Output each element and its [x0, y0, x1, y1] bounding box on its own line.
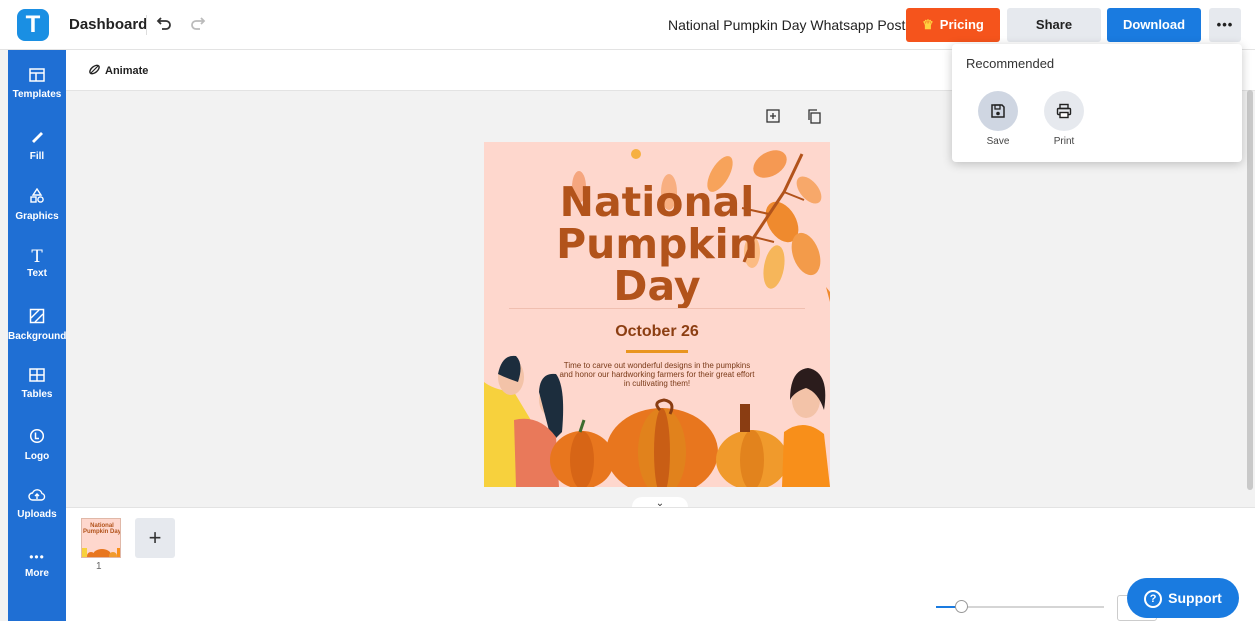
sidebar-item-templates[interactable]: Templates [8, 60, 66, 114]
sidebar-item-label: Graphics [15, 211, 59, 222]
card-title-line-3[interactable]: Day [484, 262, 830, 310]
animate-button[interactable]: Animate [88, 63, 148, 77]
page-thumbnail[interactable]: National Pumpkin Day [81, 518, 121, 558]
graphics-icon [8, 187, 66, 209]
templates-icon [8, 68, 66, 87]
page-number: 1 [96, 561, 102, 572]
thumbnail-illustration [82, 548, 120, 557]
print-icon [1044, 91, 1084, 131]
sidebar-item-graphics[interactable]: Graphics [8, 180, 66, 234]
document-title[interactable]: National Pumpkin Day Whatsapp Post [668, 17, 905, 33]
card-separator [509, 308, 805, 309]
sidebar-item-label: Uploads [17, 509, 57, 520]
sidebar-item-tables[interactable]: Tables [8, 360, 66, 414]
card-body-text[interactable]: Time to carve out wonderful designs in t… [559, 361, 755, 388]
card-title-line-1[interactable]: National [484, 178, 830, 226]
more-options-button[interactable]: ••• [1209, 8, 1241, 42]
tables-icon [8, 368, 66, 387]
pages-panel [66, 507, 1255, 621]
save-option-label: Save [986, 136, 1010, 147]
toolbar-divider [146, 15, 147, 35]
sidebar-item-label: Text [27, 268, 47, 279]
zoom-slider[interactable] [936, 600, 1104, 613]
undo-icon[interactable] [156, 14, 172, 35]
sidebar-item-text[interactable]: T Text [8, 240, 66, 294]
sidebar-item-fill[interactable]: Fill [8, 120, 66, 174]
print-option[interactable]: Print [1034, 91, 1094, 147]
pricing-label: Pricing [939, 17, 984, 32]
more-options-dropdown: Recommended Save Print [952, 44, 1242, 162]
uploads-icon [8, 488, 66, 507]
sidebar-item-label: Background [8, 331, 67, 342]
redo-icon[interactable] [190, 14, 206, 35]
app-logo[interactable]: T [17, 9, 49, 41]
support-label: Support [1168, 590, 1222, 606]
help-icon: ? [1144, 590, 1163, 609]
animate-label: Animate [105, 65, 149, 77]
save-icon [978, 91, 1018, 131]
sidebar-item-background[interactable]: Background [8, 300, 66, 354]
duplicate-page-icon[interactable] [807, 109, 821, 128]
design-canvas[interactable]: National Pumpkin Day October 26 Time to … [484, 142, 830, 487]
print-option-label: Print [1053, 136, 1075, 147]
pricing-button[interactable]: ♛ Pricing [906, 8, 1000, 42]
sidebar-item-label: Fill [29, 151, 45, 162]
vertical-scrollbar[interactable] [1247, 90, 1253, 490]
card-title-line-2[interactable]: Pumpkin [484, 220, 830, 268]
add-page-button[interactable]: + [135, 518, 175, 558]
add-page-icon[interactable] [766, 109, 780, 127]
sidebar-item-label: Templates [12, 89, 62, 100]
background-icon [8, 308, 66, 329]
sidebar-item-label: More [25, 568, 49, 579]
card-date[interactable]: October 26 [484, 323, 830, 341]
dashboard-link[interactable]: Dashboard [69, 16, 147, 33]
fill-icon [8, 128, 66, 149]
save-option[interactable]: Save [968, 91, 1028, 147]
card-date-underline [626, 350, 688, 353]
sidebar-item-label: Logo [24, 451, 50, 462]
sidebar-item-logo[interactable]: Logo [8, 420, 66, 474]
dropdown-title: Recommended [966, 56, 1055, 71]
download-button[interactable]: Download [1107, 8, 1201, 42]
sidebar-item-more[interactable]: ••• More [8, 540, 66, 594]
share-button[interactable]: Share [1007, 8, 1101, 42]
top-bar: T Dashboard National Pumpkin Day Whatsap… [0, 0, 1255, 50]
left-sidebar: Templates Fill Graphics T Text Backgroun… [8, 50, 66, 621]
sidebar-item-uploads[interactable]: Uploads [8, 480, 66, 534]
text-icon: T [31, 247, 43, 267]
crown-icon: ♛ [922, 17, 934, 32]
logo-icon [8, 428, 66, 449]
sidebar-item-label: Tables [21, 389, 53, 400]
support-button[interactable]: ? Support [1127, 578, 1239, 618]
more-icon: ••• [29, 550, 45, 564]
animate-icon [89, 64, 100, 75]
